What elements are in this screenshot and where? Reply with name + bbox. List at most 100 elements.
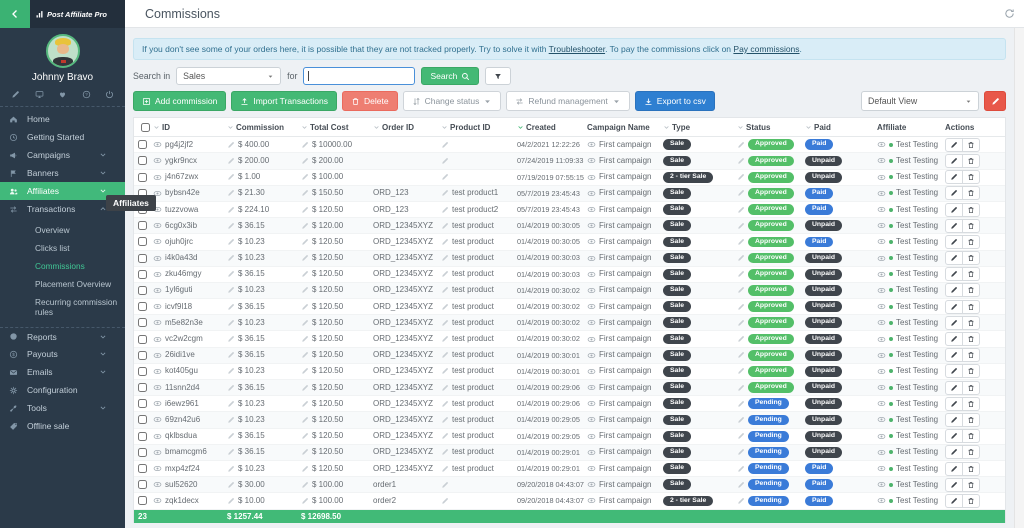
eye-icon[interactable] (877, 302, 886, 311)
row-checkbox[interactable] (138, 173, 147, 182)
eye-icon[interactable] (587, 302, 596, 311)
edit-commission-button[interactable] (945, 462, 963, 476)
eye-icon[interactable] (587, 140, 596, 149)
eye-icon[interactable] (587, 286, 596, 295)
delete-commission-button[interactable] (962, 413, 980, 427)
edit-commission-button[interactable] (945, 316, 963, 330)
pencil-icon[interactable] (441, 286, 449, 294)
pencil-icon[interactable] (737, 286, 745, 294)
eye-icon[interactable] (877, 367, 886, 376)
delete-commission-button[interactable] (962, 381, 980, 395)
row-checkbox[interactable] (138, 302, 147, 311)
pencil-icon[interactable] (227, 189, 235, 197)
row-checkbox[interactable] (138, 156, 147, 165)
delete-commission-button[interactable] (962, 494, 980, 508)
eye-icon[interactable] (877, 464, 886, 473)
pencil-icon[interactable] (227, 465, 235, 473)
pencil-icon[interactable] (441, 254, 449, 262)
row-checkbox[interactable] (138, 254, 147, 263)
power-icon[interactable] (105, 90, 114, 99)
delete-commission-button[interactable] (962, 364, 980, 378)
pencil-icon[interactable] (441, 367, 449, 375)
sidebar-item-tools[interactable]: Tools (0, 399, 125, 417)
eye-icon[interactable] (153, 351, 162, 360)
eye-icon[interactable] (877, 156, 886, 165)
eye-icon[interactable] (587, 351, 596, 360)
pencil-icon[interactable] (737, 416, 745, 424)
eye-icon[interactable] (877, 415, 886, 424)
delete-commission-button[interactable] (962, 186, 980, 200)
delete-commission-button[interactable] (962, 203, 980, 217)
eye-icon[interactable] (153, 335, 162, 344)
pencil-icon[interactable] (227, 384, 235, 392)
sidebar-subitem-clicks-list[interactable]: Clicks list (0, 239, 125, 257)
search-button[interactable]: Search (421, 67, 479, 85)
view-select[interactable]: Default View (861, 91, 979, 111)
delete-commission-button[interactable] (962, 348, 980, 362)
row-checkbox[interactable] (138, 221, 147, 230)
edit-commission-button[interactable] (945, 332, 963, 346)
monitor-icon[interactable] (35, 90, 44, 99)
delete-commission-button[interactable] (962, 219, 980, 233)
pencil-icon[interactable] (227, 157, 235, 165)
eye-icon[interactable] (587, 318, 596, 327)
pencil-icon[interactable] (441, 141, 449, 149)
pencil-icon[interactable] (301, 222, 309, 230)
pencil-icon[interactable] (301, 448, 309, 456)
pencil-icon[interactable] (227, 238, 235, 246)
sidebar-subitem-overview[interactable]: Overview (0, 221, 125, 239)
pencil-icon[interactable] (301, 286, 309, 294)
pencil-icon[interactable] (737, 303, 745, 311)
eye-icon[interactable] (877, 221, 886, 230)
scrollbar[interactable] (1014, 28, 1024, 528)
pencil-icon[interactable] (737, 157, 745, 165)
eye-icon[interactable] (153, 318, 162, 327)
pencil-icon[interactable] (301, 189, 309, 197)
edit-commission-button[interactable] (945, 413, 963, 427)
row-checkbox[interactable] (138, 480, 147, 489)
row-checkbox[interactable] (138, 464, 147, 473)
eye-icon[interactable] (587, 448, 596, 457)
pencil-icon[interactable] (301, 319, 309, 327)
pencil-icon[interactable] (737, 335, 745, 343)
search-category-select[interactable]: Sales (176, 67, 281, 85)
pencil-icon[interactable] (11, 90, 20, 99)
export-csv-button[interactable]: Export to csv (635, 91, 715, 111)
edit-commission-button[interactable] (945, 154, 963, 168)
eye-icon[interactable] (587, 189, 596, 198)
eye-icon[interactable] (877, 254, 886, 263)
pencil-icon[interactable] (227, 303, 235, 311)
delete-button[interactable]: Delete (342, 91, 398, 111)
eye-icon[interactable] (877, 480, 886, 489)
sidebar-item-payouts[interactable]: $Payouts (0, 345, 125, 363)
eye-icon[interactable] (153, 432, 162, 441)
eye-icon[interactable] (153, 464, 162, 473)
pencil-icon[interactable] (227, 222, 235, 230)
eye-icon[interactable] (877, 399, 886, 408)
edit-commission-button[interactable] (945, 300, 963, 314)
eye-icon[interactable] (587, 399, 596, 408)
collapse-sidebar-button[interactable] (0, 0, 30, 28)
sidebar-item-offline-sale[interactable]: Offline sale (0, 417, 125, 435)
row-checkbox[interactable] (138, 351, 147, 360)
edit-commission-button[interactable] (945, 267, 963, 281)
pay-commissions-link[interactable]: Pay commissions (733, 44, 799, 54)
edit-commission-button[interactable] (945, 445, 963, 459)
pencil-icon[interactable] (441, 303, 449, 311)
pencil-icon[interactable] (441, 351, 449, 359)
column-header-commission[interactable]: Commission (224, 123, 298, 132)
pencil-icon[interactable] (441, 238, 449, 246)
pencil-icon[interactable] (301, 497, 309, 505)
delete-commission-button[interactable] (962, 300, 980, 314)
pencil-icon[interactable] (737, 497, 745, 505)
eye-icon[interactable] (877, 286, 886, 295)
troubleshooter-link[interactable]: Troubleshooter (549, 44, 605, 54)
pencil-icon[interactable] (227, 448, 235, 456)
edit-commission-button[interactable] (945, 494, 963, 508)
sidebar-subitem-commissions[interactable]: Commissions (0, 257, 125, 275)
pencil-icon[interactable] (441, 335, 449, 343)
eye-icon[interactable] (587, 156, 596, 165)
delete-commission-button[interactable] (962, 429, 980, 443)
question-icon[interactable]: ? (82, 90, 91, 99)
pencil-icon[interactable] (737, 141, 745, 149)
